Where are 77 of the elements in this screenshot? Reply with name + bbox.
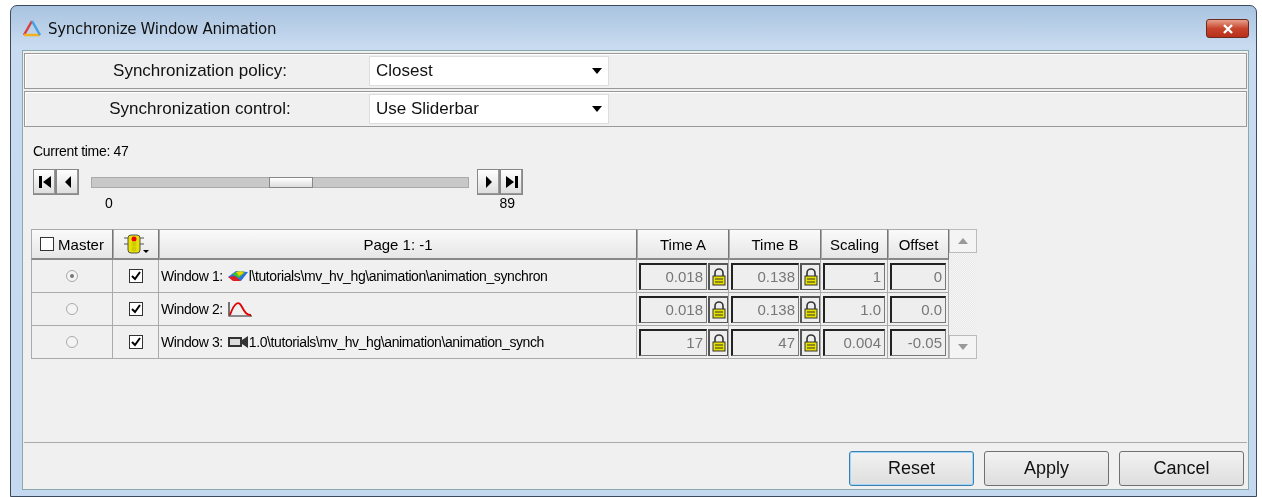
close-button[interactable] [1206, 19, 1249, 38]
skip-end-icon [504, 175, 519, 189]
app-logo-icon [22, 19, 42, 38]
file-path: l\tutorials\mv_hv_hg\animation\animation_synchron [248, 268, 548, 284]
video-camera-icon [226, 335, 249, 349]
lock-icon [803, 267, 818, 286]
file-path: 1.0\tutorials\mv_hv_hg\animation\animation_synch [248, 334, 544, 350]
first-frame-button[interactable] [33, 169, 56, 195]
lock-icon [803, 300, 818, 319]
column-header[interactable]: Time A [637, 229, 729, 260]
time-field[interactable]: 47 [731, 328, 799, 356]
next-frame-button[interactable] [477, 169, 500, 195]
radio-button[interactable] [66, 336, 78, 348]
time-field[interactable]: 0.138 [731, 295, 799, 323]
last-frame-button[interactable] [500, 169, 523, 195]
time-field[interactable]: 17 [639, 328, 707, 356]
checkbox[interactable] [40, 237, 55, 251]
slider-min-label: 0 [105, 195, 113, 211]
scaling-field[interactable]: 1 [823, 262, 885, 290]
scroll-down-button[interactable] [949, 335, 977, 359]
scaling-field[interactable]: 1.0 [823, 295, 885, 323]
dialog-button[interactable]: Reset [849, 451, 974, 486]
down-arrow-icon [958, 344, 968, 350]
window-label: Window 3: [161, 334, 223, 350]
column-header: Page 1: -1 [159, 229, 637, 260]
lock-icon [711, 333, 726, 352]
radio-button[interactable] [66, 270, 78, 282]
skip-start-icon [37, 175, 52, 189]
setting-label: Synchronization control: [108, 99, 292, 119]
up-arrow-icon [958, 238, 968, 244]
step-forward-icon [484, 175, 493, 189]
lock-button[interactable] [800, 295, 820, 323]
traffic-light-menu-icon[interactable] [123, 234, 149, 254]
window-title: Synchronize Window Animation [48, 19, 277, 38]
lock-button[interactable] [708, 262, 728, 290]
dialog-button[interactable]: Cancel [1119, 451, 1244, 486]
setting-label: Synchronization policy: [112, 61, 288, 81]
slider-max-label: 89 [499, 195, 515, 211]
curve-plot-icon [226, 301, 253, 317]
offset-field[interactable]: 0 [890, 262, 946, 290]
time-field[interactable]: 0.018 [639, 295, 707, 323]
column-header: Master [58, 235, 104, 253]
lock-button[interactable] [708, 328, 728, 356]
dialog-button[interactable]: Apply [984, 451, 1109, 486]
lock-icon [711, 300, 726, 319]
window-label: Window 2: [161, 301, 223, 317]
offset-field[interactable]: -0.05 [890, 328, 946, 356]
slider-thumb[interactable] [268, 176, 313, 188]
time-field[interactable]: 0.018 [639, 262, 707, 290]
step-back-icon [63, 175, 72, 189]
checkbox[interactable] [128, 269, 143, 283]
time-field[interactable]: 0.138 [731, 262, 799, 290]
previous-frame-button[interactable] [56, 169, 79, 195]
lock-icon [711, 267, 726, 286]
dropdown[interactable]: Closest [369, 56, 609, 86]
current-time-label: Current time: 47 [33, 143, 130, 159]
lock-icon [803, 333, 818, 352]
lock-button[interactable] [800, 262, 820, 290]
close-icon [1221, 23, 1234, 34]
offset-field[interactable]: 0.0 [890, 295, 946, 323]
radio-button[interactable] [66, 303, 78, 315]
dropdown-arrow-icon [592, 68, 602, 74]
dropdown[interactable]: Use Sliderbar [369, 94, 609, 124]
time-slider[interactable] [91, 176, 469, 188]
checkbox[interactable] [128, 335, 143, 349]
column-header[interactable]: Time B [729, 229, 821, 260]
column-header[interactable]: Scaling [821, 229, 888, 260]
lock-button[interactable] [800, 328, 820, 356]
lock-button[interactable] [708, 295, 728, 323]
contour-model-icon [226, 269, 249, 283]
column-header[interactable]: Offset [888, 229, 949, 260]
checkbox[interactable] [128, 302, 143, 316]
scroll-up-button[interactable] [949, 229, 977, 253]
scrollbar[interactable] [949, 229, 977, 359]
scaling-field[interactable]: 0.004 [823, 328, 885, 356]
dropdown-arrow-icon [592, 106, 602, 112]
window-label: Window 1: [161, 268, 223, 284]
